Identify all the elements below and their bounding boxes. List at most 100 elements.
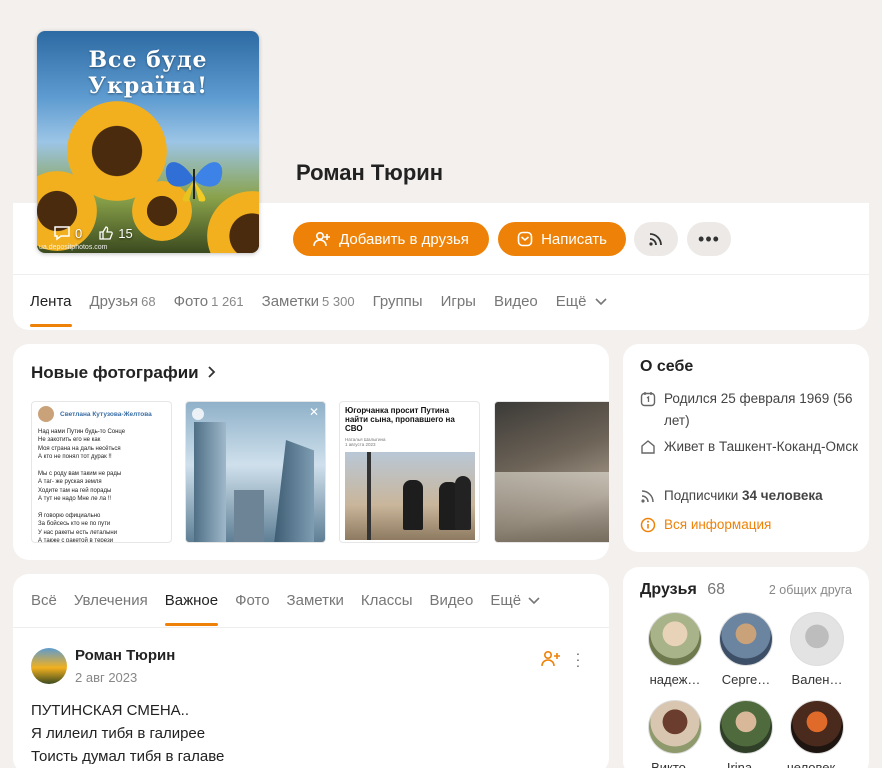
friend-avatar xyxy=(648,612,702,666)
post-author-avatar[interactable] xyxy=(31,648,67,684)
about-subscribers-row[interactable]: Подписчики 34 человека xyxy=(640,485,823,507)
poem-line: У нас ракеты есть леталыни xyxy=(38,529,118,536)
news-date: 1 августа 2023 xyxy=(345,442,376,447)
feed-tabs: Всё Увлечения Важное Фото Заметки Классы… xyxy=(31,592,557,626)
feed-tabs-divider xyxy=(13,627,609,628)
nav-photos[interactable]: Фото 1 261 xyxy=(174,293,244,310)
avatar-slogan: Все буде Україна! xyxy=(88,47,208,99)
poem-line: Я говорю официально xyxy=(38,513,101,520)
calendar-icon xyxy=(640,392,656,407)
tab-notes[interactable]: Заметки xyxy=(287,592,344,609)
poem-line: Ходите там на гей порады xyxy=(38,487,112,494)
all-info-link[interactable]: Вся информация xyxy=(640,514,771,536)
profile-avatar[interactable]: Все буде Україна! 0 15 ua.depositphotos.… xyxy=(37,31,259,253)
nav-games[interactable]: Игры xyxy=(441,293,476,310)
nav-notes-count: 5 300 xyxy=(322,294,355,309)
news-photo xyxy=(345,452,475,540)
profile-name: Роман Тюрин xyxy=(296,160,444,185)
avatar-likes[interactable]: 15 xyxy=(98,225,133,241)
friend-item[interactable]: Вален… xyxy=(787,612,847,687)
friend-item[interactable]: Серге… xyxy=(716,612,776,687)
friends-card: Друзья 68 2 общих друга надеж… Серге… Ва… xyxy=(623,567,869,768)
poem-line: А кто не понял тот дурак !! xyxy=(38,454,112,461)
poem-author-avatar xyxy=(38,406,54,422)
about-born: Родился 25 февраля 1969 (56 лет) xyxy=(664,391,853,428)
tab-important[interactable]: Важное xyxy=(164,592,219,626)
home-icon xyxy=(641,440,655,454)
nav-photos-count: 1 261 xyxy=(211,294,244,309)
like-icon xyxy=(99,226,114,240)
chevron-right-icon xyxy=(208,366,216,378)
add-friend-button[interactable]: Добавить в друзья xyxy=(293,222,489,256)
post-text-line: Я лилеил тибя в галирее xyxy=(31,725,206,742)
nav-video[interactable]: Видео xyxy=(494,293,538,310)
chevron-down-icon xyxy=(528,597,540,605)
friend-avatar xyxy=(719,612,773,666)
tower-graphic xyxy=(194,422,226,542)
nav-friends[interactable]: Друзья 68 xyxy=(90,293,156,310)
info-icon xyxy=(640,517,656,533)
tab-more[interactable]: Ещё xyxy=(490,592,540,609)
friend-avatar xyxy=(719,700,773,754)
friends-count: 68 xyxy=(707,581,726,598)
close-icon: ✕ xyxy=(308,405,319,419)
post-text-line: ПУТИНСКАЯ СМЕНА.. xyxy=(31,702,189,719)
subscribe-button[interactable] xyxy=(634,222,678,256)
tab-photo[interactable]: Фото xyxy=(235,592,269,609)
friend-item[interactable]: Викто… xyxy=(645,700,705,768)
post-date[interactable]: 2 авг 2023 xyxy=(75,670,137,685)
header-divider xyxy=(13,274,869,275)
friend-avatar xyxy=(648,700,702,754)
tab-classes[interactable]: Классы xyxy=(361,592,413,609)
add-friend-icon[interactable] xyxy=(541,650,561,668)
new-photos-title[interactable]: Новые фотографии xyxy=(31,363,217,383)
nav-notes[interactable]: Заметки 5 300 xyxy=(262,293,355,310)
nav-more[interactable]: Ещё xyxy=(556,293,607,310)
about-lives-row: Живет в Ташкент-Коканд-Омск xyxy=(640,436,858,458)
photo-thumbnail[interactable]: ✕ xyxy=(185,401,326,543)
avatar-stats: 0 15 xyxy=(53,225,133,241)
nav-feed[interactable]: Лента xyxy=(30,293,72,327)
rss-icon xyxy=(649,233,662,246)
avatar-watermark: ua.depositphotos.com xyxy=(39,244,108,251)
avatar-comments[interactable]: 0 xyxy=(53,225,82,241)
friend-name: Irina… xyxy=(726,760,766,768)
tab-all[interactable]: Всё xyxy=(31,592,57,609)
friends-title[interactable]: Друзья 68 xyxy=(640,581,725,599)
about-lives: Живет в Ташкент-Коканд-Омск xyxy=(664,439,858,454)
mail-icon xyxy=(517,231,533,247)
tab-hobbies[interactable]: Увлечения xyxy=(74,592,148,609)
post-graphic xyxy=(367,452,371,540)
friend-name: надеж… xyxy=(649,672,701,687)
photo-thumbnail[interactable]: Светлана Кутузова-Желтова Над нами Путин… xyxy=(31,401,172,543)
friend-name: Серге… xyxy=(721,672,771,687)
about-born-row: Родился 25 февраля 1969 (56 лет) xyxy=(640,388,869,432)
post-author[interactable]: Роман Тюрин xyxy=(75,647,175,664)
post-menu-icon[interactable]: · · · xyxy=(575,646,581,672)
poem-line: А тут не надо Мне ле ла !! xyxy=(38,496,112,503)
friend-item[interactable]: Irina… xyxy=(716,700,776,768)
write-message-button[interactable]: Написать xyxy=(498,222,626,256)
photo-thumbnail[interactable]: Югорчанка просит Путина найти сына, проп… xyxy=(339,401,480,543)
more-actions-button[interactable]: ••• xyxy=(687,222,731,256)
tab-video[interactable]: Видео xyxy=(430,592,474,609)
chevron-down-icon xyxy=(595,298,607,306)
post-text-line: Тоисть думал тибя в галаве xyxy=(31,748,225,765)
friend-name: Викто… xyxy=(651,760,699,768)
friend-item[interactable]: человек… xyxy=(787,700,848,768)
friend-item[interactable]: надеж… xyxy=(645,612,705,687)
poem-line: Не закотить его не как xyxy=(38,437,101,444)
about-subscribers-value: 34 человека xyxy=(742,488,823,503)
photo-thumbnail[interactable] xyxy=(494,401,609,543)
poem-line xyxy=(38,504,165,512)
poem-line: Моя страна на даль несёться xyxy=(38,445,121,452)
friend-avatar xyxy=(790,612,844,666)
friend-avatar xyxy=(790,700,844,754)
tower-graphic xyxy=(234,490,264,542)
poem-line: А также с ракетой в терези xyxy=(38,538,114,543)
add-user-icon xyxy=(313,231,331,247)
profile-nav: Лента Друзья 68 Фото 1 261 Заметки 5 300 Гр… xyxy=(30,293,625,327)
soldier-silhouette xyxy=(403,480,423,530)
mutual-friends[interactable]: 2 общих друга xyxy=(769,583,852,597)
nav-groups[interactable]: Группы xyxy=(373,293,423,310)
